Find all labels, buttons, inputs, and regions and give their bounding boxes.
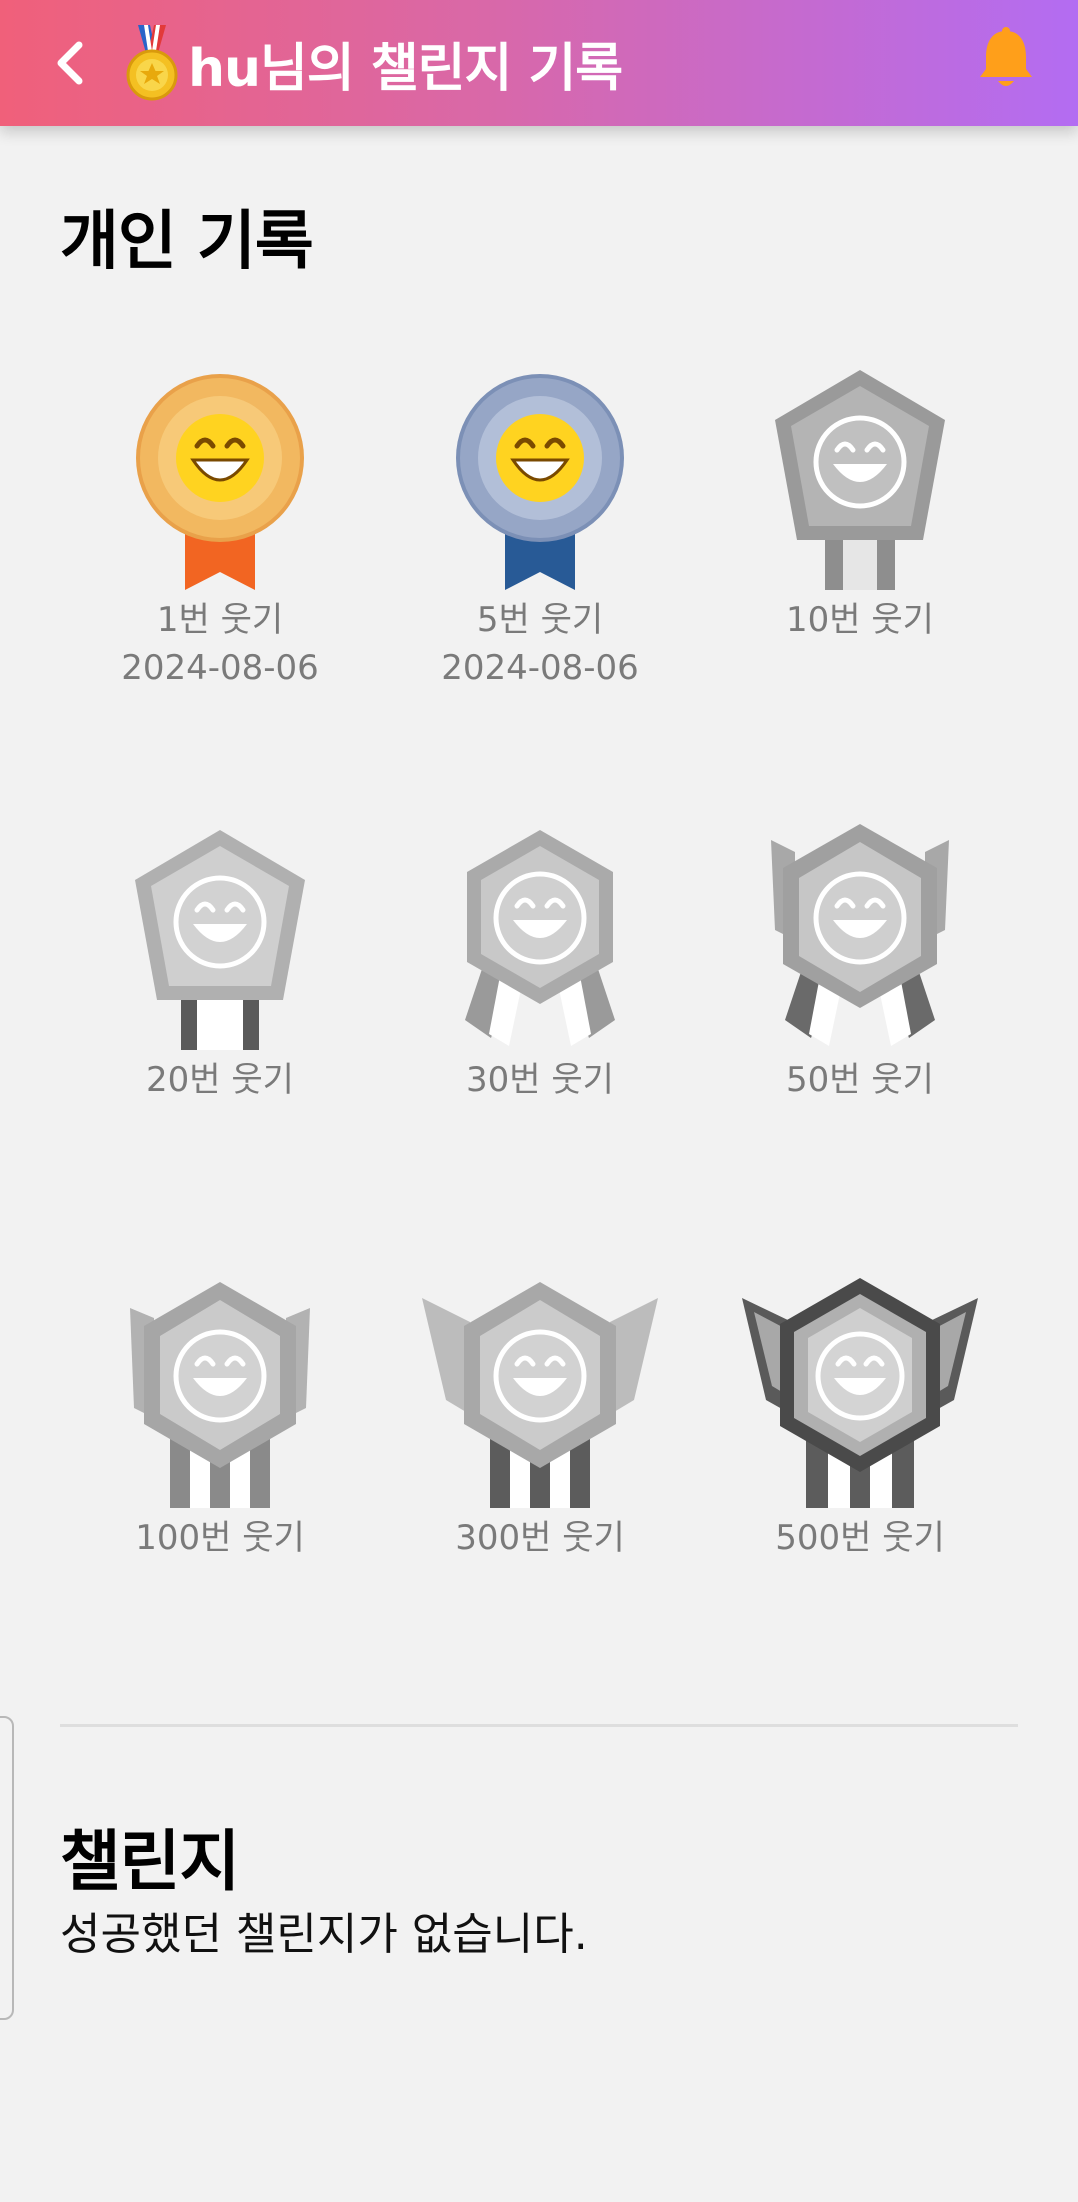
badge-label: 50번 웃기	[786, 1060, 934, 1100]
badge-label: 30번 웃기	[466, 1060, 614, 1100]
chevron-left-icon	[57, 41, 83, 85]
badge-date: 2024-08-06	[441, 648, 639, 688]
header-title-group: hu님의 챌린지 기록	[124, 22, 623, 104]
hexagon-medal-icon	[465, 830, 615, 1046]
bronze-medal-icon	[136, 374, 304, 590]
badge-label: 20번 웃기	[146, 1060, 294, 1100]
section-divider	[60, 1724, 1018, 1727]
badge-5-laugh[interactable]: 5번 웃기 2024-08-06	[390, 350, 690, 692]
bell-icon	[980, 27, 1032, 86]
badge-30-laugh[interactable]: 30번 웃기	[390, 810, 690, 1104]
badge-label: 500번 웃기	[775, 1518, 945, 1558]
badge-1-laugh[interactable]: 1번 웃기 2024-08-06	[70, 350, 370, 692]
silver-medal-icon	[456, 374, 624, 590]
badge-label: 300번 웃기	[455, 1518, 625, 1558]
page-title: hu님의 챌린지 기록	[188, 38, 623, 99]
app-header: hu님의 챌린지 기록	[0, 0, 1078, 126]
badge-100-laugh[interactable]: 100번 웃기	[70, 1268, 370, 1562]
personal-records-title: 개인 기록	[60, 205, 314, 279]
back-button[interactable]	[36, 28, 106, 98]
challenge-title: 챌린지	[60, 1823, 240, 1900]
badge-50-laugh[interactable]: 50번 웃기	[710, 810, 1010, 1104]
badge-300-laugh[interactable]: 300번 웃기	[390, 1268, 690, 1562]
side-drawer-handle[interactable]	[0, 1716, 14, 2020]
badge-label: 5번 웃기	[476, 600, 604, 640]
badge-500-laugh[interactable]: 500번 웃기	[710, 1268, 1010, 1562]
pentagon-medal-icon	[775, 370, 945, 590]
badge-label: 1번 웃기	[156, 600, 284, 640]
badge-20-laugh[interactable]: 20번 웃기	[70, 810, 370, 1104]
badge-date: 2024-08-06	[121, 648, 319, 688]
hexagon-wings-medal-icon	[422, 1282, 658, 1508]
badge-label: 100번 웃기	[135, 1518, 305, 1558]
challenge-empty-message: 성공했던 챌린지가 없습니다.	[60, 1909, 588, 1960]
badge-label: 10번 웃기	[786, 600, 934, 640]
notification-button[interactable]	[972, 22, 1040, 94]
pentagon-ribbon-medal-icon	[135, 830, 305, 1050]
hexagon-ribbon-medal-icon	[130, 1282, 310, 1508]
badge-10-laugh[interactable]: 10번 웃기	[710, 350, 1010, 644]
hexagon-wings-dark-medal-icon	[742, 1278, 978, 1508]
hexagon-crest-medal-icon	[771, 824, 949, 1046]
medal-icon	[126, 25, 178, 101]
